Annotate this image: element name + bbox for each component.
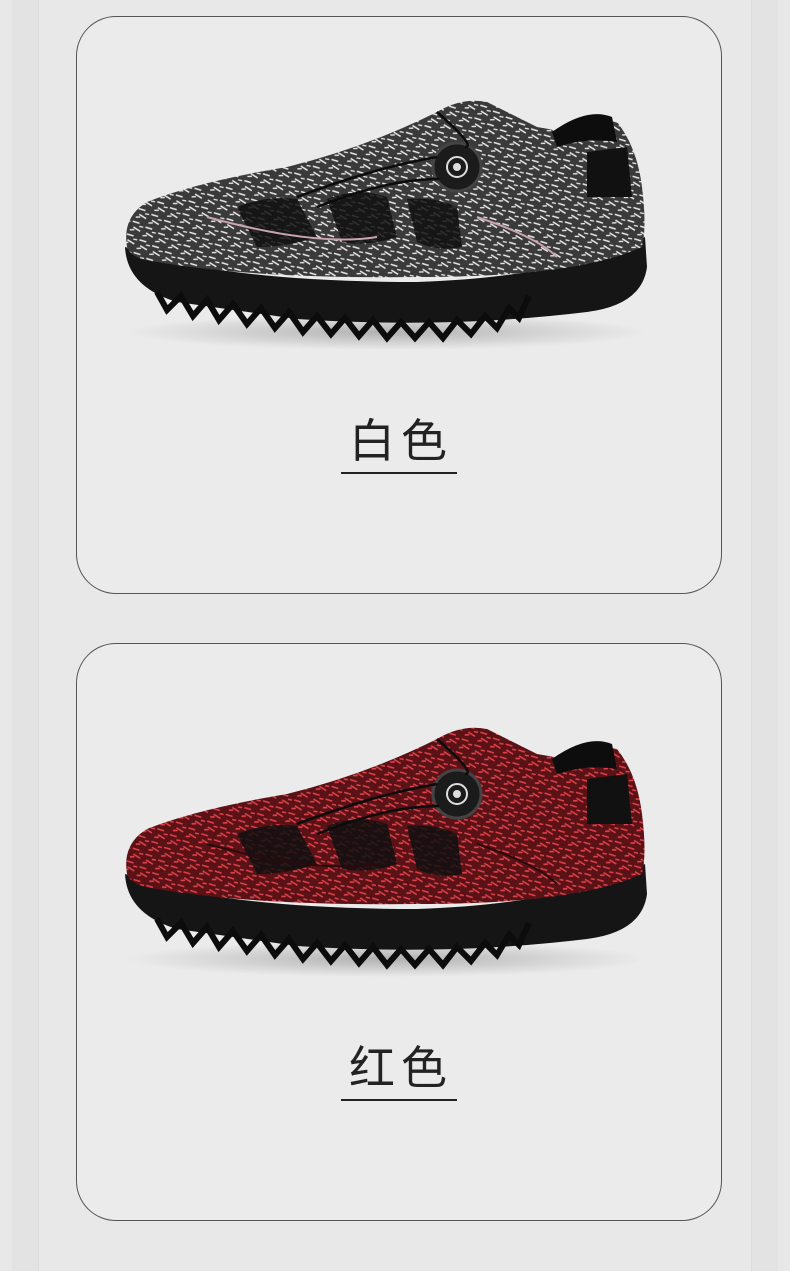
color-label-white: 白色 (341, 415, 457, 474)
product-card-white[interactable]: 白色 (76, 16, 722, 594)
product-card-red[interactable]: 红色 (76, 643, 722, 1221)
color-label-red: 红色 (341, 1042, 457, 1101)
cycling-shoe-red-image (125, 727, 647, 977)
cycling-shoe-white-image (125, 100, 647, 350)
left-side-strip (12, 0, 39, 1271)
right-side-strip (751, 0, 778, 1271)
